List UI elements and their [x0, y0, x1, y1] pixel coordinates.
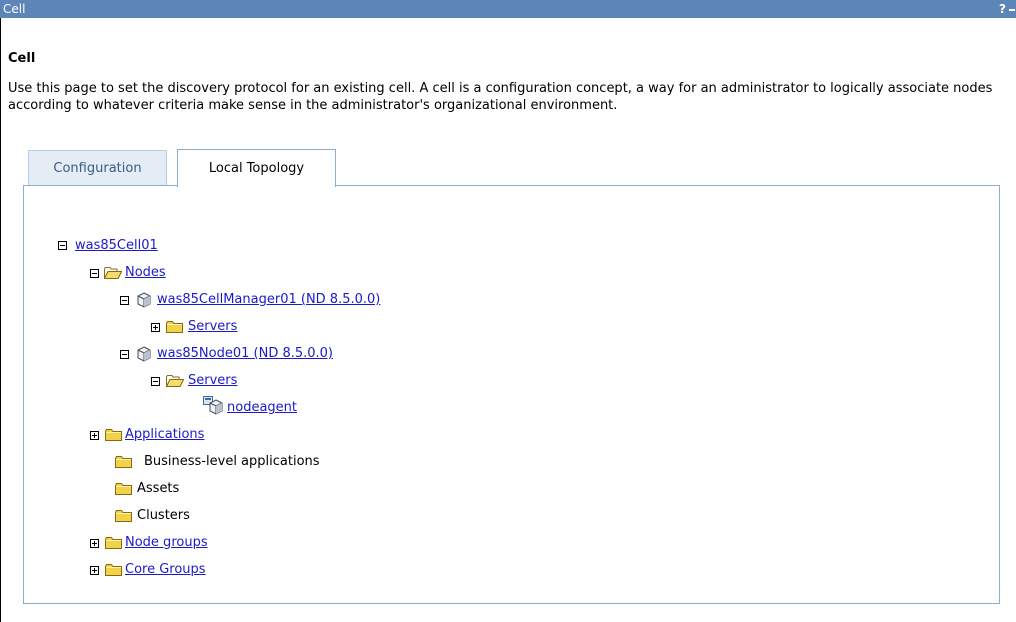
- tree-node-cell: was85Cell01: [75, 238, 158, 254]
- folder-icon: [115, 483, 132, 495]
- folder-icon: [105, 429, 122, 441]
- folder-icon: [115, 456, 132, 468]
- tab-configuration[interactable]: Configuration: [28, 150, 167, 185]
- folder-icon: [115, 510, 132, 522]
- nodes-collapse-toggle[interactable]: [90, 269, 99, 278]
- tree-node-nodes: Nodes: [125, 265, 166, 281]
- left-border: [0, 18, 1, 622]
- node-groups-link[interactable]: Node groups: [125, 535, 208, 550]
- nodes-link[interactable]: Nodes: [125, 265, 166, 280]
- tree-node-cm-servers: Servers: [188, 319, 237, 335]
- tree-node-clusters: Clusters: [137, 508, 190, 523]
- folder-icon: [105, 564, 122, 576]
- node01-collapse-toggle[interactable]: [120, 350, 129, 359]
- window-title: Cell: [3, 2, 26, 16]
- node-icon: [137, 292, 151, 308]
- folder-icon: [166, 321, 183, 333]
- tree-node-business-level-apps: Business-level applications: [144, 454, 320, 469]
- folder-open-icon: [166, 375, 184, 387]
- cm-servers-expand-toggle[interactable]: [151, 323, 160, 332]
- node-servers-link[interactable]: Servers: [188, 373, 237, 388]
- help-icon[interactable]: ?: [998, 0, 1007, 18]
- tree-node-node-groups: Node groups: [125, 535, 208, 551]
- tab-local-topology[interactable]: Local Topology: [177, 149, 336, 187]
- tree-node-core-groups: Core Groups: [125, 562, 206, 578]
- nodeagent-server-icon: [203, 396, 223, 415]
- window-titlebar: Cell ?: [0, 0, 1016, 18]
- page-title: Cell: [8, 51, 36, 66]
- core-groups-link[interactable]: Core Groups: [125, 562, 206, 577]
- cell-manager-collapse-toggle[interactable]: [120, 296, 129, 305]
- folder-icon: [105, 537, 122, 549]
- cell-collapse-toggle[interactable]: [58, 241, 67, 250]
- tree-node-applications: Applications: [125, 427, 204, 443]
- cell-link[interactable]: was85Cell01: [75, 238, 158, 253]
- applications-expand-toggle[interactable]: [90, 431, 99, 440]
- node-groups-expand-toggle[interactable]: [90, 539, 99, 548]
- page-description: Use this page to set the discovery proto…: [8, 81, 993, 113]
- applications-link[interactable]: Applications: [125, 427, 204, 442]
- tree-node-nodeagent: nodeagent: [227, 400, 297, 416]
- nodeagent-link[interactable]: nodeagent: [227, 400, 297, 415]
- core-groups-expand-toggle[interactable]: [90, 566, 99, 575]
- cm-servers-link[interactable]: Servers: [188, 319, 237, 334]
- node01-link[interactable]: was85Node01 (ND 8.5.0.0): [157, 346, 333, 361]
- cell-manager-link[interactable]: was85CellManager01 (ND 8.5.0.0): [157, 292, 380, 307]
- tree-node-cell-manager: was85CellManager01 (ND 8.5.0.0): [157, 292, 380, 308]
- minimize-icon[interactable]: [1007, 0, 1016, 18]
- node-servers-collapse-toggle[interactable]: [151, 377, 160, 386]
- tree-node-assets: Assets: [137, 481, 180, 496]
- tree-node-node-servers: Servers: [188, 373, 237, 389]
- folder-open-icon: [104, 267, 122, 279]
- node-icon: [137, 346, 151, 362]
- tree-node-node01: was85Node01 (ND 8.5.0.0): [157, 346, 333, 362]
